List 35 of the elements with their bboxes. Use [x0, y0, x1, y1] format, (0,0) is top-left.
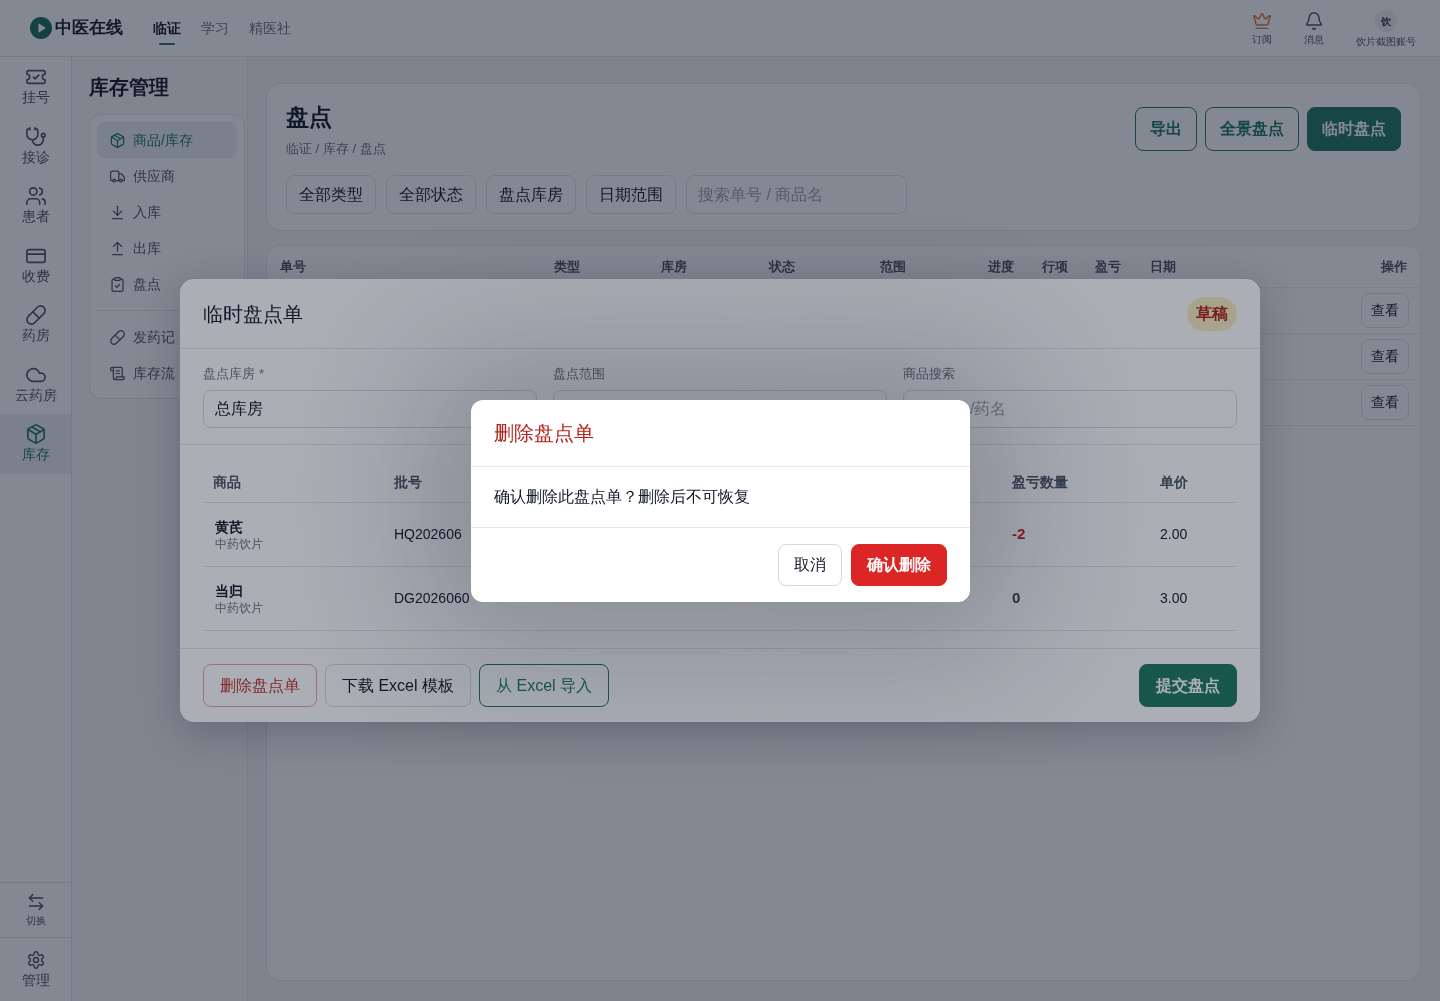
- column-header: 日期: [1150, 257, 1176, 276]
- product-name: 黄芪: [215, 517, 243, 536]
- product-name: 当归: [215, 581, 243, 600]
- column-header: 批号: [394, 473, 422, 492]
- page-title: 盘点: [286, 103, 332, 132]
- column-header: 盈亏数量: [1012, 473, 1068, 492]
- column-header: 操作: [1381, 257, 1407, 276]
- product-category: 中药饮片: [215, 599, 263, 616]
- sidebar-title: 库存管理: [89, 75, 170, 100]
- column-header: 类型: [554, 257, 580, 276]
- column-header: 盈亏: [1095, 257, 1121, 276]
- app-name: 中医在线: [55, 17, 123, 39]
- dialog-message: 确认删除此盘点单？删除后不可恢复: [493, 486, 750, 507]
- table-cell-text: HQ202606: [394, 525, 462, 544]
- table-cell-text: DG2026060: [394, 589, 470, 608]
- field-label: 商品搜索: [903, 365, 955, 383]
- column-header: 行项: [1042, 257, 1068, 276]
- avatar: 饮: [1375, 10, 1397, 32]
- field-label: 盘点库房 *: [203, 365, 265, 383]
- table-cell-text: 0: [1012, 588, 1021, 609]
- column-header: 范围: [880, 257, 906, 276]
- table-cell-text: 2.00: [1160, 525, 1188, 544]
- column-header: 库房: [661, 257, 687, 276]
- column-header: 单号: [280, 257, 306, 276]
- breadcrumb: 临证 / 库存 / 盘点: [286, 140, 386, 158]
- modal-title: 临时盘点单: [203, 301, 303, 327]
- table-cell-text: 3.00: [1160, 589, 1188, 608]
- column-header: 商品: [213, 473, 241, 492]
- table-cell-text: -2: [1012, 524, 1026, 545]
- column-header: 进度: [988, 257, 1014, 276]
- field-label: 盘点范围: [553, 365, 605, 383]
- column-header: 单价: [1160, 473, 1188, 492]
- column-header: 状态: [769, 257, 795, 276]
- product-category: 中药饮片: [215, 535, 263, 552]
- status-badge: 草稿: [1187, 296, 1237, 331]
